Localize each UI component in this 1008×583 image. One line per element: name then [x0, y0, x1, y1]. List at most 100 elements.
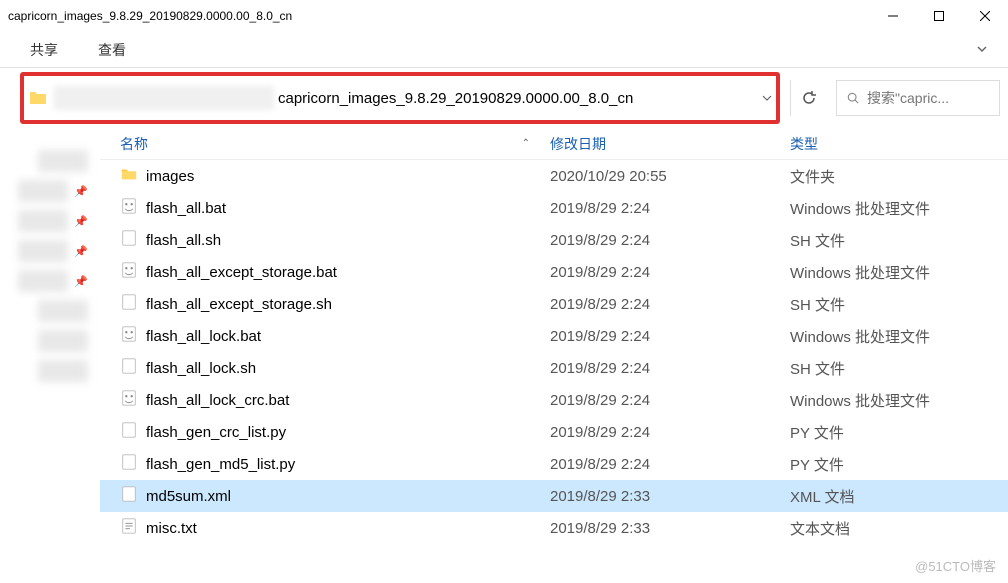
column-header-type[interactable]: 类型 [790, 134, 990, 154]
file-name-cell: flash_gen_crc_list.py [120, 421, 550, 443]
file-name-cell: flash_gen_md5_list.py [120, 453, 550, 475]
file-date: 2019/8/29 2:24 [550, 232, 790, 249]
quick-access-item[interactable]: 📌 [0, 268, 100, 294]
minimize-button[interactable] [870, 0, 916, 32]
file-type: SH 文件 [790, 294, 990, 315]
file-icon [120, 293, 138, 315]
sidebar: 📌 📌 📌 📌 [0, 128, 100, 583]
file-name: md5sum.xml [146, 488, 231, 505]
file-name: flash_gen_md5_list.py [146, 456, 295, 473]
titlebar: capricorn_images_9.8.29_20190829.0000.00… [0, 0, 1008, 32]
address-path: capricorn_images_9.8.29_20190829.0000.00… [278, 90, 754, 107]
file-date: 2020/10/29 20:55 [550, 168, 790, 185]
file-row[interactable]: flash_gen_crc_list.py2019/8/29 2:24PY 文件 [100, 416, 1008, 448]
pin-icon: 📌 [74, 245, 88, 258]
file-icon [120, 165, 138, 187]
quick-access-item[interactable] [0, 148, 100, 174]
search-icon [847, 91, 859, 105]
file-name: misc.txt [146, 520, 197, 537]
file-date: 2019/8/29 2:24 [550, 424, 790, 441]
pin-icon: 📌 [74, 275, 88, 288]
file-icon [120, 357, 138, 379]
file-type: XML 文档 [790, 486, 990, 507]
pin-icon: 📌 [74, 215, 88, 228]
file-row[interactable]: flash_all_except_storage.bat 2019/8/29 2:… [100, 256, 1008, 288]
file-date: 2019/8/29 2:24 [550, 360, 790, 377]
address-bar[interactable]: capricorn_images_9.8.29_20190829.0000.00… [20, 72, 780, 124]
search-box[interactable] [836, 80, 1000, 116]
quick-access-item[interactable]: 📌 [0, 208, 100, 234]
file-icon [120, 421, 138, 443]
quick-access-item[interactable]: 📌 [0, 178, 100, 204]
file-row[interactable]: images2020/10/29 20:55文件夹 [100, 160, 1008, 192]
ribbon-tab-share[interactable]: 共享 [30, 40, 58, 60]
file-row[interactable]: flash_all_lock_crc.bat2019/8/29 2:24Wind… [100, 384, 1008, 416]
quick-access-item[interactable]: 📌 [0, 238, 100, 264]
column-header-date[interactable]: 修改日期 [550, 134, 790, 154]
file-row[interactable]: flash_all_except_storage.sh 2019/8/29 2:2… [100, 288, 1008, 320]
quick-access-item[interactable] [0, 298, 100, 324]
file-name: flash_all.sh [146, 232, 221, 249]
file-name-cell: misc.txt [120, 517, 550, 539]
watermark: @51CTO博客 [915, 556, 996, 575]
refresh-button[interactable] [790, 80, 826, 116]
address-row: capricorn_images_9.8.29_20190829.0000.00… [0, 68, 1008, 128]
file-icon [120, 197, 138, 219]
quick-access-item[interactable] [0, 328, 100, 354]
file-name-cell: images [120, 165, 550, 187]
file-name-cell: flash_all_except_storage.bat [120, 261, 550, 283]
file-row[interactable]: flash_gen_md5_list.py2019/8/29 2:24PY 文件 [100, 448, 1008, 480]
file-icon [120, 325, 138, 347]
pin-icon: 📌 [74, 185, 88, 198]
file-name: flash_all_except_storage.sh [146, 296, 332, 313]
content-area: 📌 📌 📌 📌 名称 ⌃ 修改日期 类型 images2020/10/29 20… [0, 128, 1008, 583]
window-title: capricorn_images_9.8.29_20190829.0000.00… [8, 9, 292, 23]
search-input[interactable] [867, 90, 989, 106]
file-name: flash_all_lock_crc.bat [146, 392, 289, 409]
ribbon-tabs: 共享 查看 [0, 32, 1008, 68]
ribbon-tab-view[interactable]: 查看 [98, 40, 126, 60]
chevron-down-icon[interactable] [762, 90, 772, 106]
file-row[interactable]: flash_all_lock.bat2019/8/29 2:24Windows … [100, 320, 1008, 352]
file-name-cell: flash_all_lock.sh [120, 357, 550, 379]
file-name: flash_all_lock.bat [146, 328, 261, 345]
file-name: flash_all.bat [146, 200, 226, 217]
address-blurred-segment [54, 86, 274, 110]
file-date: 2019/8/29 2:24 [550, 328, 790, 345]
file-type: 文件夹 [790, 166, 990, 187]
file-date: 2019/8/29 2:24 [550, 456, 790, 473]
file-type: Windows 批处理文件 [790, 262, 990, 283]
file-row[interactable]: misc.txt 2019/8/29 2:33文本文档 [100, 512, 1008, 544]
file-name: flash_all_lock.sh [146, 360, 256, 377]
maximize-button[interactable] [916, 0, 962, 32]
file-name-cell: flash_all_lock_crc.bat [120, 389, 550, 411]
file-row[interactable]: flash_all.sh 2019/8/29 2:24SH 文件 [100, 224, 1008, 256]
quick-access-item[interactable] [0, 358, 100, 384]
folder-icon [28, 88, 48, 108]
file-icon [120, 485, 138, 507]
file-date: 2019/8/29 2:24 [550, 264, 790, 281]
file-type: 文本文档 [790, 518, 990, 539]
file-row[interactable]: md5sum.xml 2019/8/29 2:33XML 文档 [100, 480, 1008, 512]
file-icon [120, 389, 138, 411]
file-row[interactable]: flash_all.bat 2019/8/29 2:24Windows 批处理文件 [100, 192, 1008, 224]
file-date: 2019/8/29 2:33 [550, 488, 790, 505]
file-icon [120, 517, 138, 539]
file-list: 名称 ⌃ 修改日期 类型 images2020/10/29 20:55文件夹fl… [100, 128, 1008, 583]
file-type: SH 文件 [790, 230, 990, 251]
file-type: PY 文件 [790, 422, 990, 443]
file-name-cell: flash_all.bat [120, 197, 550, 219]
file-icon [120, 261, 138, 283]
close-button[interactable] [962, 0, 1008, 32]
file-type: Windows 批处理文件 [790, 198, 990, 219]
file-name-cell: flash_all_lock.bat [120, 325, 550, 347]
file-type: Windows 批处理文件 [790, 390, 990, 411]
file-date: 2019/8/29 2:24 [550, 200, 790, 217]
column-header-name[interactable]: 名称 ⌃ [120, 134, 550, 154]
file-date: 2019/8/29 2:24 [550, 296, 790, 313]
file-date: 2019/8/29 2:33 [550, 520, 790, 537]
ribbon-collapse-icon[interactable] [976, 42, 988, 58]
file-name: flash_all_except_storage.bat [146, 264, 337, 281]
file-row[interactable]: flash_all_lock.sh2019/8/29 2:24SH 文件 [100, 352, 1008, 384]
window-controls [870, 0, 1008, 32]
